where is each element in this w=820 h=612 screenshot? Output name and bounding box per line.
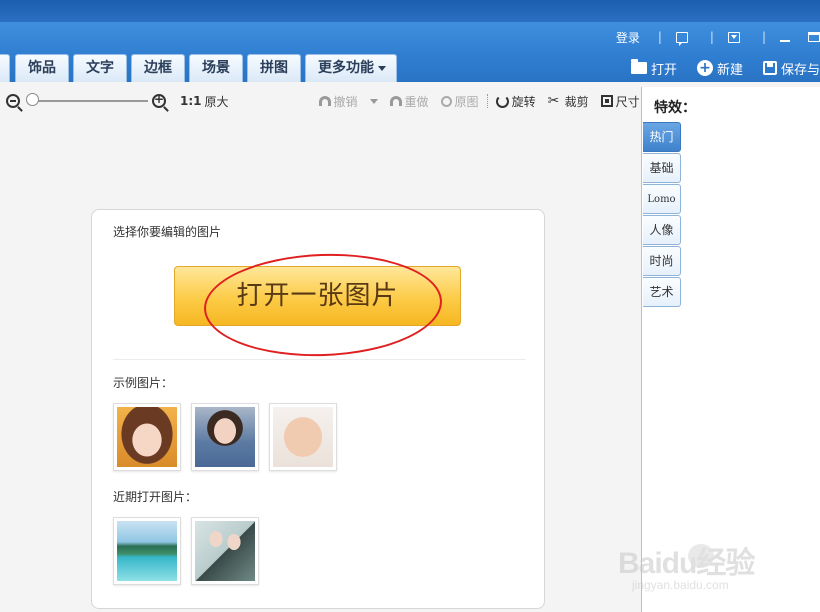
tab-more-label: 更多功能: [318, 60, 374, 76]
recent-image-2[interactable]: [191, 517, 259, 585]
undo-label: 撤销: [333, 94, 358, 109]
scissors-icon: ✂: [547, 93, 560, 109]
rotate-label: 旋转: [511, 94, 536, 109]
effects-tab-art[interactable]: 艺术: [643, 277, 681, 307]
window-title-bar: [0, 0, 820, 22]
effects-title: 特效：: [654, 100, 696, 116]
sample-image-2-picture: [195, 407, 255, 467]
original-icon: [440, 95, 452, 107]
tab-collage[interactable]: 拼图: [247, 54, 301, 82]
zoom-slider-handle[interactable]: [26, 93, 39, 106]
save-icon: [762, 61, 777, 75]
zoom-slider[interactable]: [26, 93, 148, 106]
undo-dropdown-icon[interactable]: [369, 98, 378, 104]
recent-image-1[interactable]: [113, 517, 181, 585]
sample-image-3[interactable]: [269, 403, 337, 471]
save-button[interactable]: 保存与: [762, 59, 820, 78]
toolbar-divider: [486, 94, 488, 108]
resize-icon: [600, 95, 613, 107]
file-actions: 打开 + 新建 保存与: [611, 58, 820, 78]
dropdown-icon[interactable]: [727, 31, 740, 43]
card-divider: [113, 359, 526, 360]
redo-label: 重做: [404, 94, 429, 109]
open-image-card: 选择你要编辑的图片 打开一张图片 示例图片： 近期打开图片：: [91, 209, 545, 609]
recent-image-1-picture: [117, 521, 177, 581]
zoom-in-icon[interactable]: [152, 92, 166, 108]
tab-text[interactable]: 文字: [73, 54, 127, 82]
login-link[interactable]: 登录: [616, 29, 640, 46]
crop-button[interactable]: ✂ 裁剪: [548, 93, 589, 110]
undo-button[interactable]: 撤销: [318, 93, 358, 110]
actual-size-label[interactable]: 原大: [205, 93, 229, 110]
crop-label: 裁剪: [564, 94, 589, 109]
tab-accessories[interactable]: 饰品: [15, 54, 69, 82]
open-button[interactable]: 打开: [630, 59, 677, 78]
open-label: 打开: [650, 62, 677, 78]
chat-icon[interactable]: [675, 31, 688, 46]
size-button[interactable]: 尺寸: [600, 93, 640, 110]
sample-image-3-picture: [273, 407, 333, 467]
zoom-out-icon[interactable]: [6, 94, 20, 108]
zoom-slider-track: [30, 100, 148, 102]
redo-button[interactable]: 重做: [389, 93, 429, 110]
rotate-icon: [495, 94, 509, 108]
card-heading: 选择你要编辑的图片: [113, 225, 222, 239]
plus-icon: +: [696, 60, 713, 76]
feature-tabs: 饰品 文字 边框 场景 拼图 更多功能: [0, 54, 401, 82]
minimize-icon[interactable]: [780, 40, 790, 42]
sample-image-1-picture: [117, 407, 177, 467]
sample-image-1[interactable]: [113, 403, 181, 471]
tab-frames[interactable]: 边框: [131, 54, 185, 82]
separator: |: [709, 30, 714, 44]
effects-tab-fashion[interactable]: 时尚: [643, 246, 681, 276]
separator: |: [657, 30, 662, 44]
effects-tab-lomo[interactable]: Lomo: [643, 184, 681, 214]
save-label: 保存与: [780, 62, 820, 78]
effects-panel: 特效： 热门 基础 Lomo 人像 时尚 艺术: [641, 87, 820, 612]
size-label: 尺寸: [615, 94, 640, 109]
sample-images-label: 示例图片：: [113, 376, 174, 390]
effects-tab-portrait[interactable]: 人像: [643, 215, 681, 245]
tab-partial[interactable]: [0, 54, 10, 82]
new-label: 新建: [716, 62, 743, 78]
effects-tab-hot[interactable]: 热门: [643, 122, 681, 152]
recent-image-2-picture: [195, 521, 255, 581]
folder-icon: [630, 59, 647, 74]
rotate-button[interactable]: 旋转: [495, 93, 536, 110]
recent-images-label: 近期打开图片：: [113, 490, 198, 504]
top-links: 登录 | | |: [616, 28, 820, 46]
original-label: 原图: [454, 94, 479, 109]
sample-image-2[interactable]: [191, 403, 259, 471]
maximize-icon[interactable]: [808, 32, 820, 42]
edit-toolbar: 1:1 原大 撤销 重做 原图 旋转 ✂ 裁剪 尺寸: [0, 88, 640, 114]
open-image-button[interactable]: 打开一张图片: [174, 266, 461, 326]
new-button[interactable]: + 新建: [696, 59, 743, 78]
separator: |: [761, 30, 766, 44]
original-button[interactable]: 原图: [440, 93, 479, 110]
tab-scenes[interactable]: 场景: [189, 54, 243, 82]
redo-icon: [389, 96, 402, 106]
undo-icon: [318, 96, 331, 106]
actual-size-ratio[interactable]: 1:1: [180, 94, 202, 108]
tab-more-features[interactable]: 更多功能: [305, 54, 397, 82]
effects-tab-basic[interactable]: 基础: [643, 153, 681, 183]
top-bar: 登录 | | | 饰品 文字 边框 场景 拼图 更多功能 打开 + 新建 保存与: [0, 22, 820, 82]
chevron-down-icon: [378, 65, 386, 71]
